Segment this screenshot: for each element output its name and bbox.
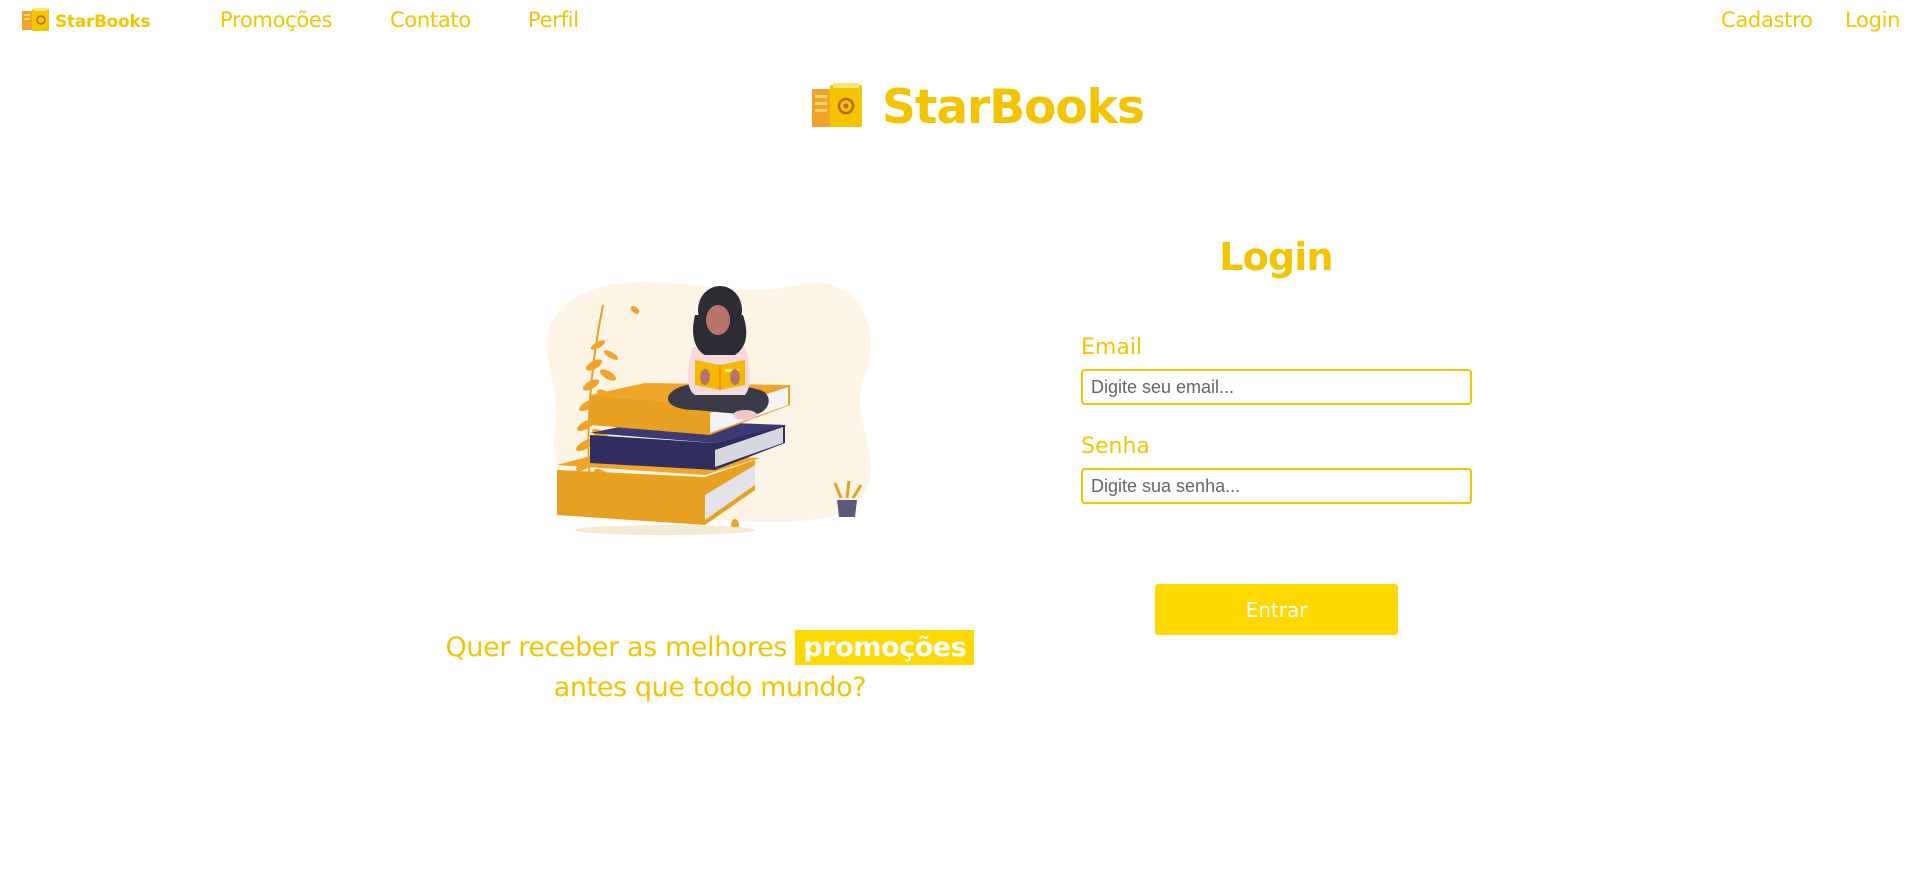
- nav-link-perfil[interactable]: Perfil: [528, 8, 579, 32]
- nav-link-cadastro[interactable]: Cadastro: [1721, 8, 1813, 32]
- reading-woman-illustration: [535, 265, 885, 545]
- top-navbar: StarBooks Promoções Contato Perfil Cadas…: [0, 0, 1920, 44]
- nav-link-contato[interactable]: Contato: [390, 8, 471, 32]
- password-field[interactable]: [1081, 468, 1472, 504]
- hero-title: StarBooks: [882, 80, 1145, 135]
- nav-link-login[interactable]: Login: [1845, 8, 1900, 32]
- promo-text-before: Quer receber as melhores: [445, 632, 788, 663]
- nav-link-promocoes[interactable]: Promoções: [220, 8, 332, 32]
- promo-message: Quer receber as melhores promoções antes…: [420, 628, 1000, 708]
- login-submit-button[interactable]: Entrar: [1155, 584, 1398, 635]
- password-label: Senha: [1081, 434, 1150, 459]
- promo-text-after: antes que todo mundo?: [553, 672, 867, 703]
- book-logo-icon: [812, 82, 864, 133]
- brand-name: StarBooks: [55, 12, 151, 32]
- hero-logo: StarBooks: [812, 80, 1145, 135]
- login-title: Login: [1219, 235, 1333, 279]
- brand-link[interactable]: StarBooks: [22, 8, 151, 36]
- email-field[interactable]: [1081, 369, 1472, 405]
- email-label: Email: [1081, 335, 1143, 360]
- promo-highlight: promoções: [795, 630, 975, 665]
- book-logo-icon: [22, 8, 50, 36]
